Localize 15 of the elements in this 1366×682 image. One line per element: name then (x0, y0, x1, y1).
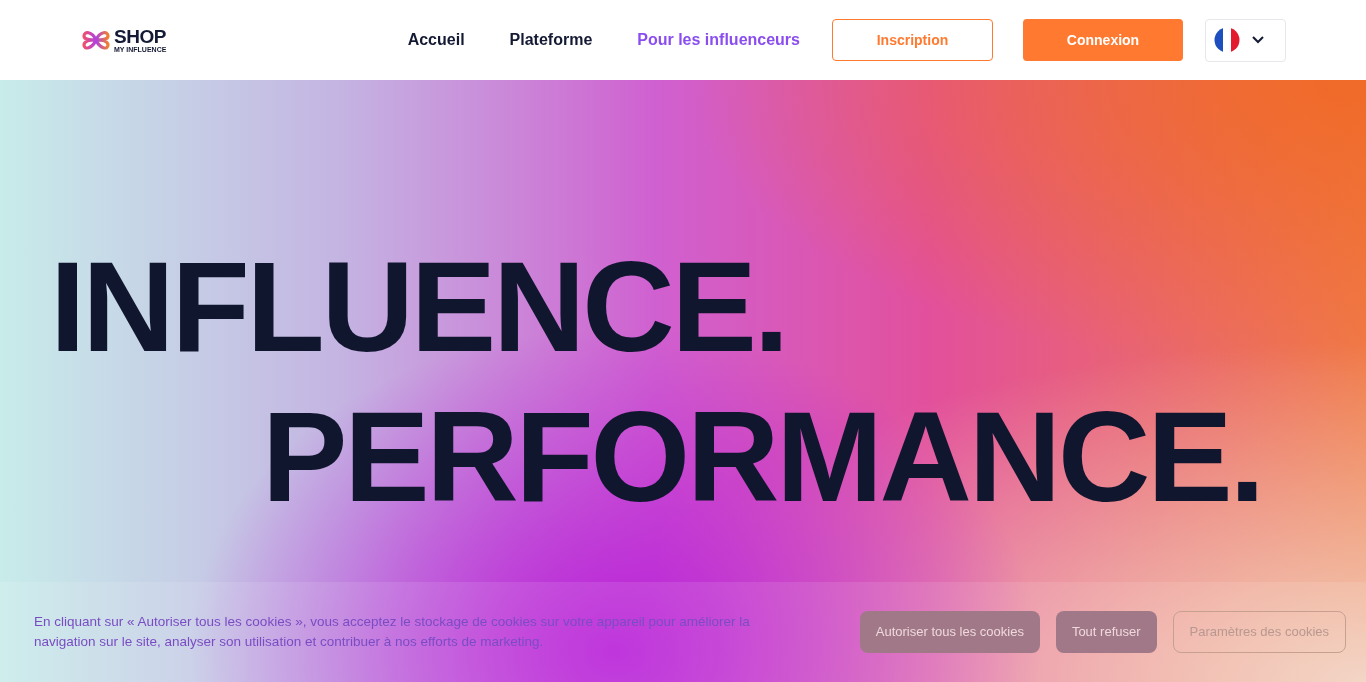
language-selector[interactable] (1205, 18, 1286, 62)
flag-icon (1214, 27, 1240, 53)
signup-button[interactable]: Inscription (832, 19, 993, 61)
cookie-button[interactable]: Autoriser tous les cookies (859, 611, 1040, 653)
cookie-button[interactable]: Tout refuser (1055, 611, 1157, 653)
nav-link[interactable]: Pour les influenceurs (637, 28, 800, 52)
cookie-notice: En cliquant sur « Autoriser tous les cookies », vous acceptez le stockage de cookies sur votre appareil pour améliorer la navigation sur le site, analyser son utilisation et contribuer à nos efforts de marketing. (34, 613, 751, 651)
login-button[interactable]: Connexion (1023, 19, 1183, 61)
hero-headline: INFLUENCE. (49, 234, 787, 380)
logo-title: SHOP (114, 27, 167, 46)
cookie-button[interactable]: Paramètres des cookies (1172, 611, 1346, 653)
nav-link[interactable]: Accueil (407, 28, 465, 52)
chevron-down-icon (1252, 36, 1264, 44)
hero-headline: PERFORMANCE. (261, 384, 1263, 530)
nav-link[interactable]: Plateforme (509, 28, 593, 52)
